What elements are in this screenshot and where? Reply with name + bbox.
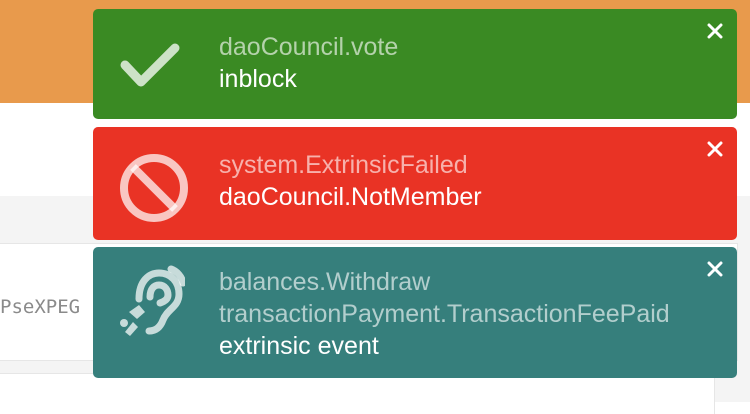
- truncated-address: PseXPEG: [0, 296, 81, 318]
- check-icon: [117, 40, 183, 95]
- toast-error: system.ExtrinsicFailed daoCouncil.NotMem…: [93, 127, 737, 240]
- assistive-listening-icon: [119, 265, 187, 342]
- secondary-panel: [0, 373, 715, 414]
- toast-section: system.ExtrinsicFailed: [219, 151, 468, 179]
- toast-message: daoCouncil.NotMember: [219, 183, 482, 211]
- toast-message: extrinsic event: [219, 332, 379, 360]
- toast-message: inblock: [219, 65, 297, 93]
- close-icon[interactable]: [707, 141, 723, 157]
- ban-icon: [117, 151, 191, 230]
- toast-section: daoCouncil.vote: [219, 33, 399, 61]
- toast-info: balances.Withdraw transactionPayment.Tra…: [93, 247, 737, 378]
- toast-section: balances.Withdraw: [219, 268, 431, 296]
- toast-section-2: transactionPayment.TransactionFeePaid: [219, 300, 670, 328]
- toast-success: daoCouncil.vote inblock: [93, 9, 737, 119]
- close-icon[interactable]: [707, 23, 723, 39]
- close-icon[interactable]: [707, 261, 723, 277]
